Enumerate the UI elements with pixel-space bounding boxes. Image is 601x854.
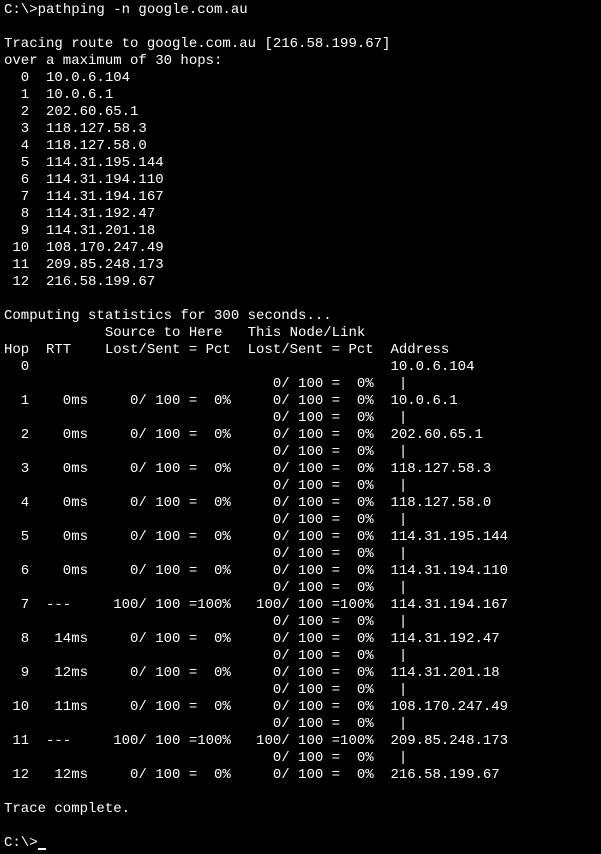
tracing-line: Tracing route to google.com.au [216.58.1… bbox=[4, 36, 390, 52]
route-hop: 1 10.0.6.1 bbox=[4, 87, 113, 103]
route-hop: 0 10.0.6.104 bbox=[4, 70, 130, 86]
stats-row: 6 0ms 0/ 100 = 0% 0/ 100 = 0% 114.31.194… bbox=[4, 563, 508, 579]
stats-row: 0/ 100 = 0% | bbox=[4, 682, 407, 698]
route-hop: 3 118.127.58.3 bbox=[4, 121, 147, 137]
stats-row: 11 --- 100/ 100 =100% 100/ 100 =100% 209… bbox=[4, 733, 508, 749]
route-hop: 9 114.31.201.18 bbox=[4, 223, 155, 239]
stats-row: 0/ 100 = 0% | bbox=[4, 512, 407, 528]
stats-header: Source to Here This Node/Link bbox=[4, 325, 365, 341]
stats-header: Hop RTT Lost/Sent = Pct Lost/Sent = Pct … bbox=[4, 342, 449, 358]
route-hop: 10 108.170.247.49 bbox=[4, 240, 164, 256]
route-hop: 11 209.85.248.173 bbox=[4, 257, 164, 273]
stats-row: 0/ 100 = 0% | bbox=[4, 444, 407, 460]
stats-row: 3 0ms 0/ 100 = 0% 0/ 100 = 0% 118.127.58… bbox=[4, 461, 491, 477]
stats-row: 9 12ms 0/ 100 = 0% 0/ 100 = 0% 114.31.20… bbox=[4, 665, 500, 681]
stats-row: 2 0ms 0/ 100 = 0% 0/ 100 = 0% 202.60.65.… bbox=[4, 427, 483, 443]
route-hop: 8 114.31.192.47 bbox=[4, 206, 155, 222]
cursor-icon bbox=[38, 848, 46, 850]
stats-row: 4 0ms 0/ 100 = 0% 0/ 100 = 0% 118.127.58… bbox=[4, 495, 491, 511]
stats-row: 1 0ms 0/ 100 = 0% 0/ 100 = 0% 10.0.6.1 bbox=[4, 393, 458, 409]
stats-row: 0/ 100 = 0% | bbox=[4, 716, 407, 732]
stats-row: 12 12ms 0/ 100 = 0% 0/ 100 = 0% 216.58.1… bbox=[4, 767, 500, 783]
trace-complete: Trace complete. bbox=[4, 801, 130, 817]
stats-row: 0/ 100 = 0% | bbox=[4, 376, 407, 392]
command-text: pathping -n google.com.au bbox=[38, 2, 248, 18]
route-hop: 4 118.127.58.0 bbox=[4, 138, 147, 154]
stats-row: 8 14ms 0/ 100 = 0% 0/ 100 = 0% 114.31.19… bbox=[4, 631, 500, 647]
stats-row: 10 11ms 0/ 100 = 0% 0/ 100 = 0% 108.170.… bbox=[4, 699, 508, 715]
route-hop: 7 114.31.194.167 bbox=[4, 189, 164, 205]
stats-row: 0/ 100 = 0% | bbox=[4, 580, 407, 596]
stats-row: 0/ 100 = 0% | bbox=[4, 410, 407, 426]
stats-row: 0/ 100 = 0% | bbox=[4, 750, 407, 766]
route-hop: 12 216.58.199.67 bbox=[4, 274, 155, 290]
route-hop: 5 114.31.195.144 bbox=[4, 155, 164, 171]
prompt: C:\> bbox=[4, 2, 38, 18]
stats-row: 0/ 100 = 0% | bbox=[4, 546, 407, 562]
route-hop: 6 114.31.194.110 bbox=[4, 172, 164, 188]
stats-row: 7 --- 100/ 100 =100% 100/ 100 =100% 114.… bbox=[4, 597, 508, 613]
computing-line: Computing statistics for 300 seconds... bbox=[4, 308, 332, 324]
route-hop: 2 202.60.65.1 bbox=[4, 104, 138, 120]
stats-row: 0 10.0.6.104 bbox=[4, 359, 474, 375]
stats-row: 0/ 100 = 0% | bbox=[4, 478, 407, 494]
over-line: over a maximum of 30 hops: bbox=[4, 53, 222, 69]
stats-row: 0/ 100 = 0% | bbox=[4, 648, 407, 664]
prompt: C:\> bbox=[4, 835, 38, 851]
terminal-window[interactable]: C:\>pathping -n google.com.au Tracing ro… bbox=[0, 0, 601, 854]
stats-row: 5 0ms 0/ 100 = 0% 0/ 100 = 0% 114.31.195… bbox=[4, 529, 508, 545]
stats-row: 0/ 100 = 0% | bbox=[4, 614, 407, 630]
